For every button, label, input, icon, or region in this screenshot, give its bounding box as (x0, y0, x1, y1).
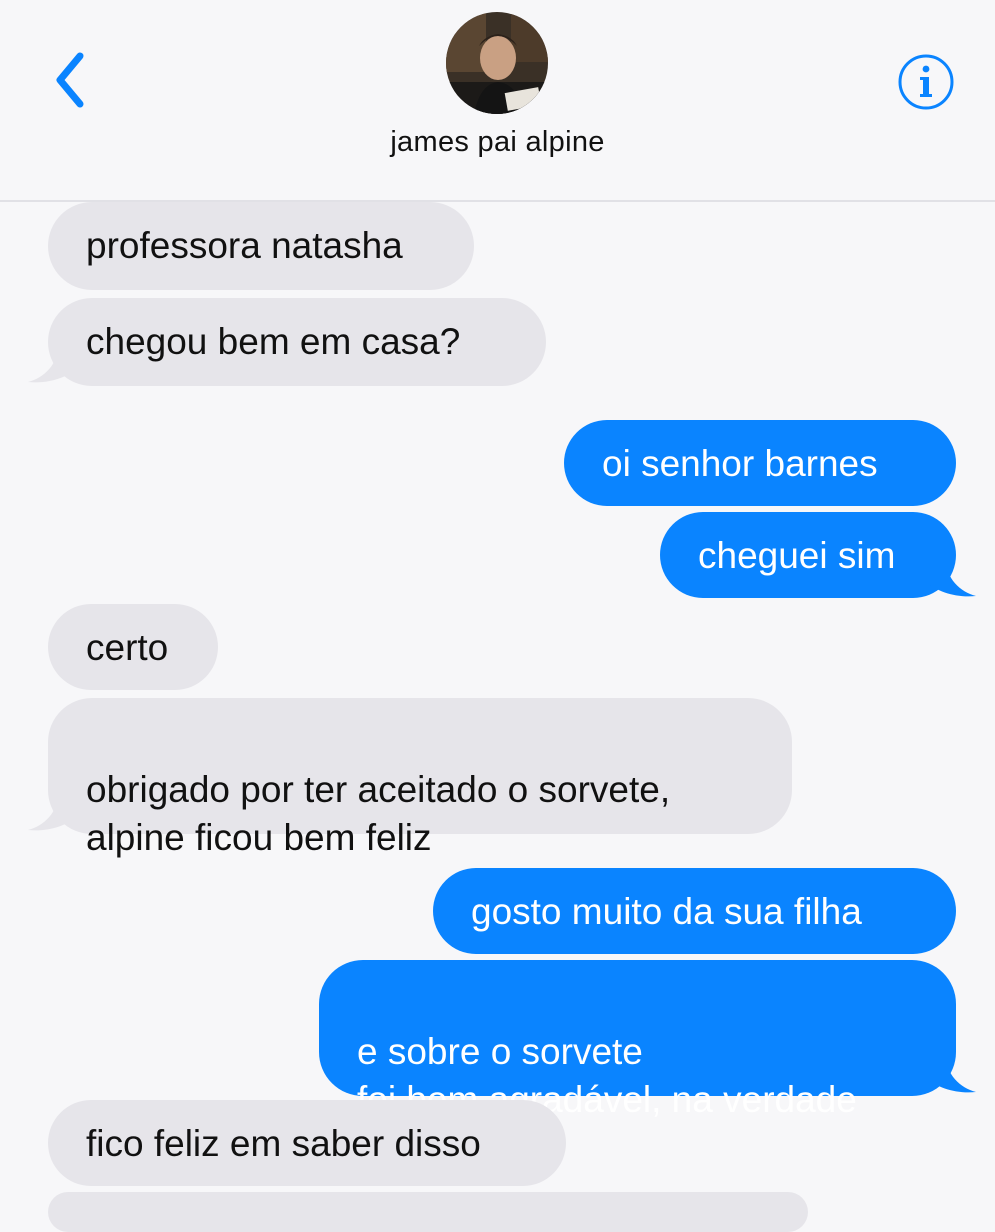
chevron-left-icon (56, 52, 84, 108)
message-bubble-incoming[interactable]: chegou bem em casa? (48, 298, 546, 386)
back-button[interactable] (40, 48, 100, 112)
bubble-tail (28, 346, 78, 383)
bubble-tail (926, 1056, 976, 1093)
message-bubble-incoming[interactable]: professora natasha (48, 202, 474, 290)
message-bubble-outgoing[interactable]: oi senhor barnes (564, 420, 956, 506)
contact-name[interactable]: james pai alpine (0, 126, 995, 159)
message-bubble-incoming-partial[interactable] (48, 1192, 808, 1232)
bubble-tail (926, 560, 976, 597)
message-bubble-incoming[interactable]: obrigado por ter aceitado o sorvete, alp… (48, 698, 792, 858)
message-text: chegou bem em casa? (86, 321, 461, 362)
message-bubble-outgoing[interactable]: e sobre o sorvete foi bem agradável, na … (319, 960, 956, 1120)
message-bubble-outgoing[interactable]: cheguei sim (660, 512, 956, 598)
message-bubble-incoming[interactable]: fico feliz em saber disso (48, 1100, 566, 1186)
message-bubble-incoming[interactable]: certo (48, 604, 218, 690)
conversation-header: james pai alpine (0, 0, 995, 202)
info-icon[interactable] (897, 53, 955, 111)
message-text: oi senhor barnes (602, 443, 878, 484)
avatar[interactable] (446, 12, 548, 114)
bubble-tail (28, 794, 78, 831)
message-text: certo (86, 627, 169, 668)
message-text: cheguei sim (698, 535, 896, 576)
message-text: professora natasha (86, 225, 403, 266)
message-bubble-outgoing[interactable]: gosto muito da sua filha (433, 868, 956, 954)
avatar-photo (446, 12, 548, 114)
message-text: obrigado por ter aceitado o sorvete, alp… (86, 769, 671, 858)
message-text: gosto muito da sua filha (471, 891, 862, 932)
message-text: fico feliz em saber disso (86, 1123, 481, 1164)
